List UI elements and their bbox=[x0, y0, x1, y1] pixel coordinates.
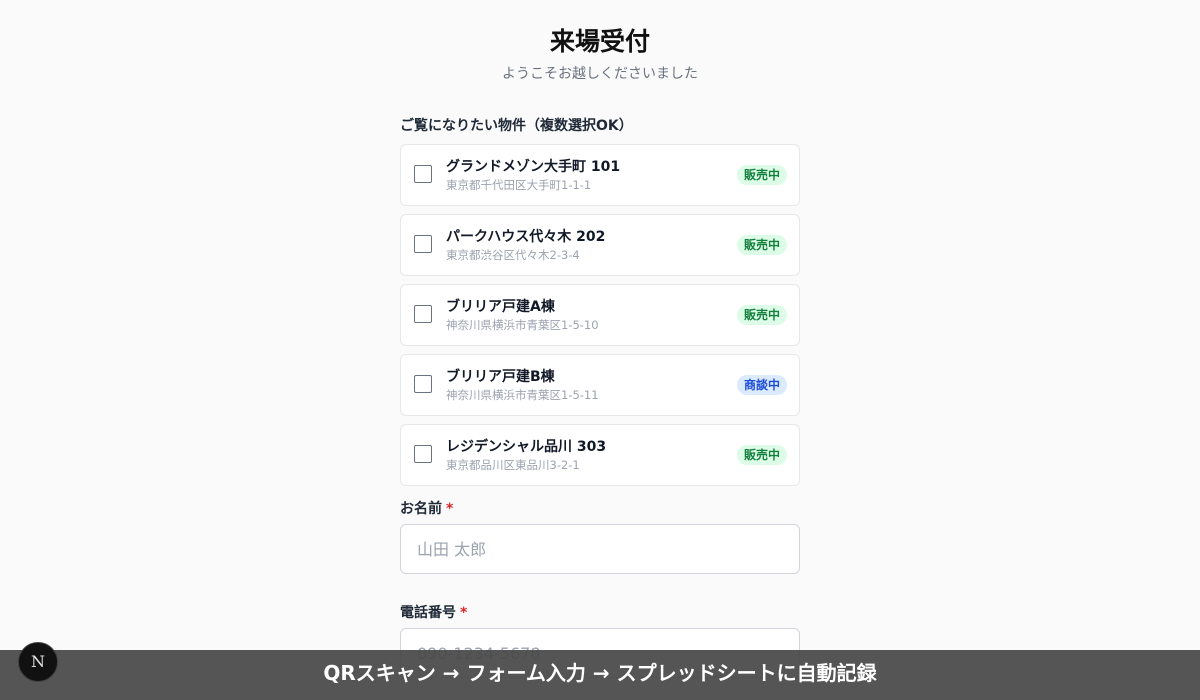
property-card-residential-shinagawa[interactable]: レジデンシャル品川 303 東京都品川区東品川3-2-1 販売中 bbox=[400, 424, 800, 486]
property-card-parkhouse-yoyogi[interactable]: パークハウス代々木 202 東京都渋谷区代々木2-3-4 販売中 bbox=[400, 214, 800, 276]
property-address: 東京都渋谷区代々木2-3-4 bbox=[446, 248, 580, 262]
status-badge: 販売中 bbox=[736, 305, 787, 325]
reception-form-container: 来場受付 ようこそお越しくださいました ご覧になりたい物件（複数選択OK） グラ… bbox=[400, 0, 800, 678]
property-address: 東京都千代田区大手町1-1-1 bbox=[446, 178, 592, 192]
property-address: 神奈川県横浜市青葉区1-5-10 bbox=[446, 318, 599, 332]
page-subtitle: ようこそお越しくださいました bbox=[502, 66, 698, 82]
status-badge: 販売中 bbox=[736, 235, 787, 255]
phone-label-text: 電話番号 bbox=[400, 605, 456, 621]
name-input[interactable] bbox=[400, 524, 800, 574]
page-title: 来場受付 bbox=[549, 27, 650, 56]
phone-field-label: 電話番号 * bbox=[400, 604, 800, 622]
property-list: グランドメゾン大手町 101 東京都千代田区大手町1-1-1 販売中 パークハウ… bbox=[400, 144, 800, 486]
property-checkbox[interactable] bbox=[414, 235, 432, 253]
property-card-brillia-a[interactable]: ブリリア戸建A棟 神奈川県横浜市青葉区1-5-10 販売中 bbox=[400, 284, 800, 346]
required-mark: * bbox=[460, 605, 468, 621]
property-name: ブリリア戸建B棟 bbox=[446, 369, 555, 385]
properties-section-label: ご覧になりたい物件（複数選択OK） bbox=[400, 118, 633, 134]
required-mark: * bbox=[446, 501, 454, 517]
property-checkbox[interactable] bbox=[414, 165, 432, 183]
status-badge: 販売中 bbox=[736, 445, 787, 465]
property-checkbox[interactable] bbox=[414, 305, 432, 323]
dev-indicator-badge[interactable]: N bbox=[18, 642, 58, 682]
property-address: 東京都品川区東品川3-2-1 bbox=[446, 458, 580, 472]
name-label-text: お名前 bbox=[400, 501, 442, 517]
status-badge: 商談中 bbox=[736, 375, 787, 395]
property-name: レジデンシャル品川 303 bbox=[446, 439, 607, 455]
property-name: グランドメゾン大手町 101 bbox=[446, 159, 621, 175]
property-name: パークハウス代々木 202 bbox=[446, 229, 606, 245]
property-checkbox[interactable] bbox=[414, 375, 432, 393]
property-checkbox[interactable] bbox=[414, 445, 432, 463]
property-card-grandmaison-otemachi[interactable]: グランドメゾン大手町 101 東京都千代田区大手町1-1-1 販売中 bbox=[400, 144, 800, 206]
status-badge: 販売中 bbox=[736, 165, 787, 185]
property-card-brillia-b[interactable]: ブリリア戸建B棟 神奈川県横浜市青葉区1-5-11 商談中 bbox=[400, 354, 800, 416]
name-field-label: お名前 * bbox=[400, 500, 800, 518]
reception-page: 来場受付 ようこそお越しくださいました ご覧になりたい物件（複数選択OK） グラ… bbox=[0, 0, 1200, 700]
property-address: 神奈川県横浜市青葉区1-5-11 bbox=[446, 388, 599, 402]
property-name: ブリリア戸建A棟 bbox=[446, 299, 555, 315]
caption-overlay: QRスキャン → フォーム入力 → スプレッドシートに自動記録 bbox=[0, 650, 1200, 700]
